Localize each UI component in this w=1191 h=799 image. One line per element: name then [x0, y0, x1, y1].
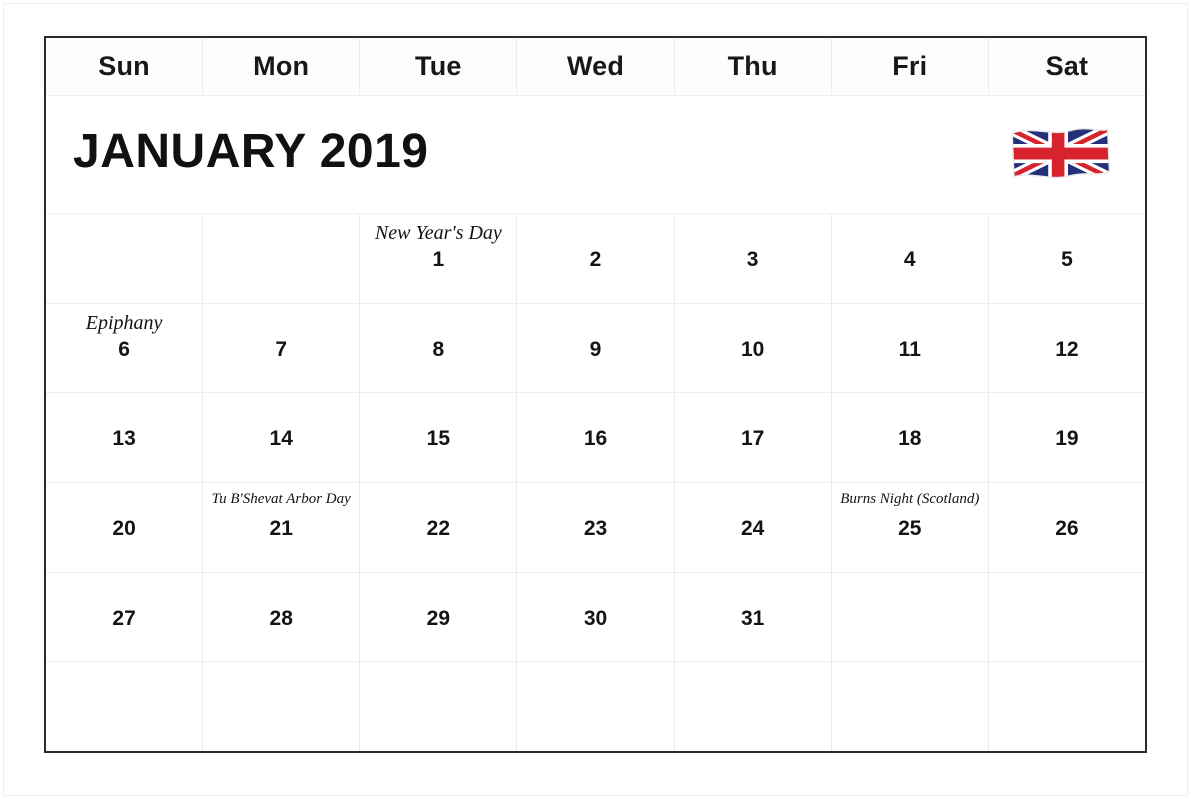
- day-number: 11: [898, 337, 921, 361]
- day-number: 26: [1055, 517, 1079, 541]
- day-number: 31: [740, 606, 765, 630]
- day-cell-3[interactable]: 3: [674, 214, 832, 303]
- day-cell-4[interactable]: 4: [831, 214, 989, 303]
- day-cell-15[interactable]: 15: [360, 393, 518, 483]
- weekday-header-wed: Wed: [517, 38, 675, 95]
- day-cell-empty: [831, 572, 989, 662]
- day-cell-16[interactable]: 16: [517, 393, 675, 483]
- week-row: 27 28 29 30 31: [46, 572, 1145, 663]
- calendar-page: SunMonTueWedThuFri Sat JANUARY 2019: [0, 0, 1191, 799]
- month-title: JANUARY 2019: [73, 125, 429, 178]
- day-cell-30[interactable]: 30: [517, 572, 675, 662]
- day-cell-29[interactable]: 29: [360, 572, 518, 662]
- weekday-header-mon: Mon: [203, 38, 361, 95]
- week-row: New Year's Day 1 2 3 4 5: [46, 214, 1145, 304]
- day-number: 2: [589, 248, 602, 271]
- day-number: 8: [432, 337, 445, 361]
- day-cell-17[interactable]: 17: [674, 393, 832, 483]
- day-cell-23[interactable]: 23: [517, 483, 675, 572]
- day-cell-empty: [674, 662, 832, 752]
- day-cell-empty: [46, 214, 204, 303]
- day-cell-8[interactable]: 8: [360, 303, 518, 393]
- day-number: 23: [583, 517, 608, 541]
- week-row: 20 Tu B'Shevat Arbor Day 21 22 23 24 Burns Nig…: [46, 483, 1145, 573]
- week-row: 13 14 15 16 17 18 19: [46, 393, 1145, 484]
- day-number: 13: [112, 427, 136, 451]
- event-label: Burns Night (Scotland): [840, 491, 980, 508]
- week-row: Epiphany 6 7 8 9 10 11 12: [46, 303, 1145, 394]
- day-number: 20: [112, 517, 136, 541]
- day-cell-22[interactable]: 22: [360, 483, 518, 572]
- weekday-header-thu: Thu: [675, 38, 832, 95]
- day-number: 16: [583, 427, 608, 451]
- weekday-header-fri: Fri: [832, 38, 989, 95]
- day-cell-25[interactable]: Burns Night (Scotland) 25: [831, 483, 989, 572]
- day-cell-14[interactable]: 14: [203, 393, 361, 483]
- day-cell-28[interactable]: 28: [203, 572, 361, 662]
- weekday-header-sun: Sun: [46, 38, 204, 95]
- day-cell-9[interactable]: 9: [517, 303, 675, 393]
- day-cell-31[interactable]: 31: [674, 572, 832, 662]
- calendar-frame: SunMonTueWedThuFri Sat JANUARY 2019: [44, 36, 1147, 753]
- day-number: 15: [426, 427, 451, 451]
- day-cell-7[interactable]: 7: [203, 303, 361, 393]
- day-number: 19: [1055, 427, 1079, 451]
- weekday-header-row: Sun Mon Tue Wed Thu Fri Sat: [46, 38, 1145, 96]
- day-number: 4: [903, 248, 916, 271]
- day-cell-1[interactable]: New Year's Day 1: [360, 214, 518, 303]
- day-number: 24: [740, 517, 765, 541]
- day-number: 3: [746, 248, 759, 271]
- day-number: 14: [269, 427, 293, 451]
- day-cell-10[interactable]: 10: [674, 303, 832, 393]
- day-number: 5: [1061, 248, 1073, 271]
- day-number: 12: [1055, 337, 1079, 361]
- weekday-header-tue: Tue: [360, 38, 518, 95]
- day-cell-empty: [517, 662, 675, 752]
- title-band: JANUARY 2019: [46, 96, 1145, 214]
- day-cell-21[interactable]: Tu B'Shevat Arbor Day 21: [203, 483, 361, 572]
- day-number: 27: [112, 606, 136, 630]
- day-cell-18[interactable]: 18: [831, 393, 989, 483]
- day-number: 21: [269, 517, 293, 541]
- weekday-header-sat: Sat: [1045, 51, 1089, 81]
- day-cell-2[interactable]: 2: [517, 214, 675, 303]
- day-number: 1: [432, 248, 445, 271]
- day-cell-19[interactable]: 19: [988, 393, 1145, 483]
- date-grid: New Year's Day 1 2 3 4 5 Epiphany 6 7 8 9 10 11 12 13 1…: [46, 214, 1145, 752]
- day-cell-empty: [831, 662, 989, 752]
- day-cell-empty: [203, 214, 361, 303]
- day-number: 22: [426, 517, 451, 541]
- day-cell-6[interactable]: Epiphany 6: [46, 303, 204, 393]
- day-number: 9: [589, 337, 602, 361]
- day-number: 18: [898, 427, 922, 451]
- event-label: New Year's Day: [374, 222, 502, 244]
- event-label: Tu B'Shevat Arbor Day: [211, 491, 351, 508]
- day-cell-27[interactable]: 27: [46, 572, 204, 662]
- event-label: Epiphany: [85, 311, 163, 334]
- day-cell-5[interactable]: 5: [988, 214, 1145, 303]
- day-number: 7: [275, 337, 288, 361]
- day-number: 10: [740, 337, 765, 361]
- day-cell-empty: [988, 662, 1145, 752]
- day-number: 6: [118, 337, 130, 361]
- day-cell-11[interactable]: 11: [831, 303, 989, 393]
- day-cell-20[interactable]: 20: [46, 483, 204, 572]
- day-cell-empty: [203, 662, 361, 752]
- day-number: 30: [583, 606, 608, 630]
- day-cell-empty: [360, 662, 518, 752]
- day-cell-26[interactable]: 26: [988, 483, 1145, 572]
- day-cell-empty: [988, 572, 1145, 662]
- day-cell-empty: [46, 662, 204, 752]
- day-number: 29: [426, 606, 451, 630]
- day-number: 28: [269, 606, 293, 630]
- union-jack-flag-icon: [1005, 124, 1113, 184]
- day-cell-13[interactable]: 13: [46, 393, 204, 483]
- day-cell-24[interactable]: 24: [674, 483, 832, 572]
- day-number: 17: [740, 427, 765, 451]
- day-cell-12[interactable]: 12: [988, 303, 1145, 393]
- week-row: [46, 662, 1145, 752]
- day-number: 25: [898, 517, 922, 541]
